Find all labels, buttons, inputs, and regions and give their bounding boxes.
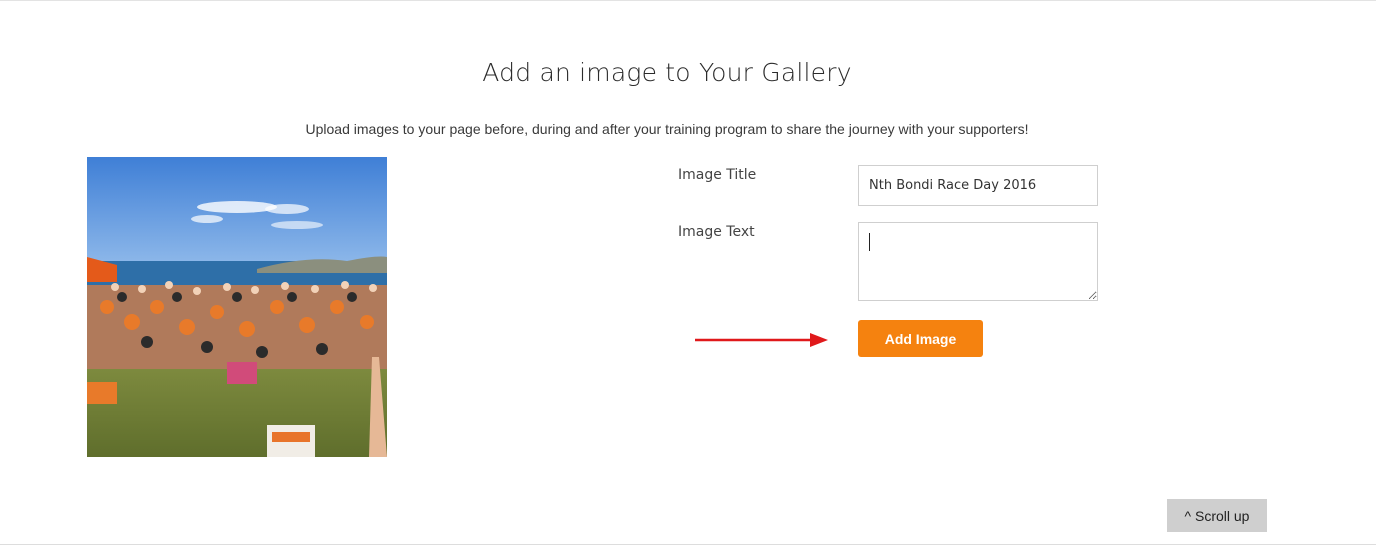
image-text-label: Image Text (678, 224, 755, 240)
page-title: Add an image to Your Gallery (482, 58, 852, 87)
page-subtitle: Upload images to your page before, durin… (305, 121, 1029, 137)
image-title-input[interactable] (858, 165, 1098, 206)
image-text-textarea[interactable] (858, 222, 1098, 301)
red-arrow-icon (695, 333, 828, 347)
top-divider (0, 0, 1376, 1)
bottom-divider (0, 544, 1376, 545)
text-cursor (869, 233, 870, 251)
add-image-button[interactable]: Add Image (858, 320, 983, 357)
scroll-up-button[interactable]: ^ Scroll up (1167, 499, 1267, 532)
uploaded-image-preview (87, 157, 387, 457)
image-title-label: Image Title (678, 167, 757, 183)
